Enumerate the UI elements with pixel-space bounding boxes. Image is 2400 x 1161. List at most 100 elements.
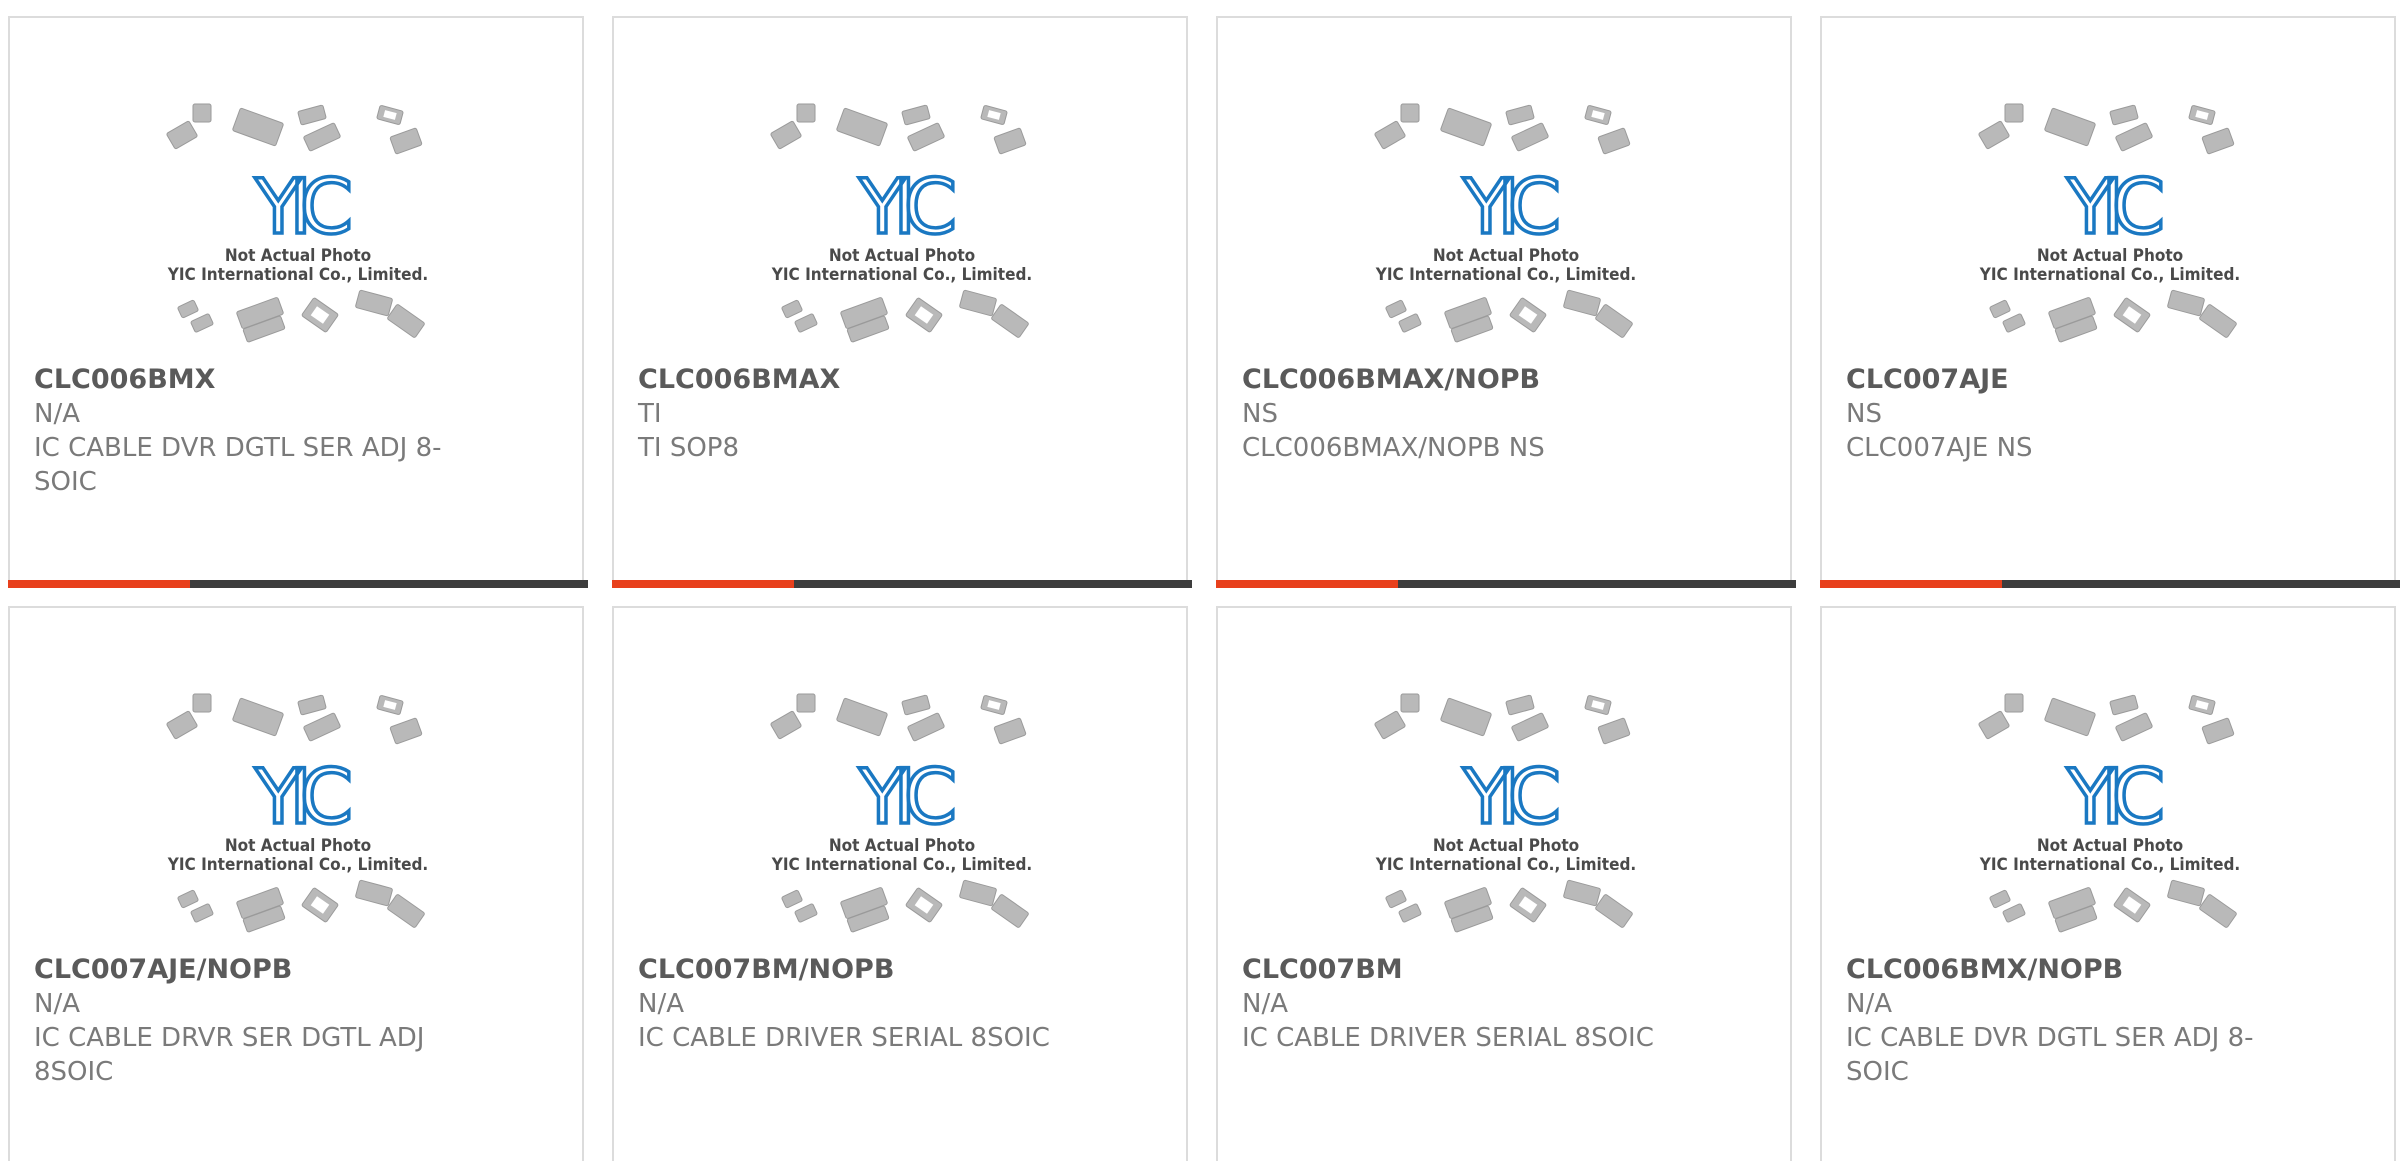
part-number[interactable]: CLC006BMX: [34, 363, 454, 397]
chip-shape: [2201, 717, 2235, 745]
part-number[interactable]: CLC007BM/NOPB: [638, 953, 1058, 987]
placeholder-image: YICNot Actual PhotoYIC International Co.…: [1978, 693, 2240, 933]
chip-shape: [2109, 694, 2139, 716]
product-info: CLC006BMAX TI TI SOP8: [638, 363, 1058, 465]
chip-shape: [2044, 107, 2096, 147]
manufacturer: N/A: [1242, 989, 1288, 1019]
chip-shape: [1978, 120, 2010, 150]
chip-shape: [387, 304, 425, 338]
chip-shape: [2113, 887, 2151, 923]
chip-shape: [1440, 107, 1492, 147]
product-card[interactable]: YIC Not Actual Photo YIC International Co.…: [1216, 16, 1796, 588]
chip-shape: [907, 712, 945, 742]
part-number[interactable]: CLC007AJE: [1846, 363, 2266, 397]
chip-shape: [781, 889, 803, 909]
chip-shape: [355, 289, 393, 317]
description: IC CABLE DVR DGTL SER ADJ 8-SOIC: [34, 433, 442, 497]
chip-shape: [980, 105, 1008, 125]
part-number[interactable]: CLC006BMX/NOPB: [1846, 953, 2266, 987]
card-accent-bar: [1216, 580, 1398, 588]
part-number[interactable]: CLC007BM: [1242, 953, 1662, 987]
placeholder-caption: Not Actual Photo: [225, 836, 371, 856]
chip-shape: [1978, 710, 2010, 740]
product-card[interactable]: YIC Not Actual Photo YIC International Co.…: [1820, 606, 2396, 1161]
product-image[interactable]: YIC Not Actual Photo YIC International Co.…: [160, 103, 436, 353]
product-grid: YIC Not Actual Photo YIC International Co.…: [0, 0, 2400, 1161]
chip-shape: [2199, 894, 2237, 928]
chip-shape: [907, 122, 945, 152]
chip-shape: [1385, 889, 1407, 909]
placeholder-caption: YIC International Co., Limited.: [1375, 265, 1636, 285]
part-number[interactable]: CLC007AJE/NOPB: [34, 953, 454, 987]
chip-shape: [1989, 889, 2011, 909]
placeholder-caption: Not Actual Photo: [2037, 246, 2183, 266]
chip-shape: [2167, 289, 2205, 317]
chip-shape: [2115, 712, 2153, 742]
chip-shape: [2002, 903, 2026, 923]
chip-shape: [376, 695, 404, 715]
card-bottom-bar: [1820, 580, 2400, 588]
chip-shape: [1584, 105, 1612, 125]
manufacturer: N/A: [1846, 989, 1892, 1019]
product-image[interactable]: YIC Not Actual Photo YIC International Co.…: [1972, 693, 2248, 943]
part-number[interactable]: CLC006BMAX/NOPB: [1242, 363, 1662, 397]
product-card[interactable]: YIC Not Actual Photo YIC International Co.…: [1216, 606, 1792, 1161]
manufacturer: NS: [1242, 399, 1278, 429]
product-card[interactable]: YIC Not Actual Photo YIC International Co.…: [1820, 16, 2400, 588]
placeholder-caption: YIC International Co., Limited.: [1375, 855, 1636, 875]
chip-shape: [166, 120, 198, 150]
product-image[interactable]: YIC Not Actual Photo YIC International Co.…: [1972, 103, 2248, 353]
chip-shape: [794, 313, 818, 333]
product-card[interactable]: YIC Not Actual Photo YIC International Co.…: [612, 16, 1192, 588]
chip-shape: [303, 712, 341, 742]
card-accent-bar: [1820, 580, 2002, 588]
product-image[interactable]: YIC Not Actual Photo YIC International Co.…: [1368, 103, 1644, 353]
product-image[interactable]: YIC Not Actual Photo YIC International Co.…: [764, 103, 1040, 353]
chip-shape: [301, 297, 339, 333]
chip-shape: [1505, 694, 1535, 716]
card-accent-bar: [612, 580, 794, 588]
description: IC CABLE DRVR SER DGTL ADJ 8SOIC: [34, 1023, 425, 1087]
chip-shape: [901, 104, 931, 126]
placeholder-image: YICNot Actual PhotoYIC International Co.…: [166, 693, 428, 933]
product-card[interactable]: YIC Not Actual Photo YIC International Co.…: [612, 606, 1188, 1161]
chip-shape: [2115, 122, 2153, 152]
product-info: CLC006BMAX/NOPB NS CLC006BMAX/NOPB NS: [1242, 363, 1662, 465]
chip-shape: [1398, 313, 1422, 333]
placeholder-caption: Not Actual Photo: [2037, 836, 2183, 856]
card-accent-bar: [8, 580, 190, 588]
chip-shape: [192, 693, 212, 713]
manufacturer: N/A: [34, 399, 80, 429]
description: TI SOP8: [638, 433, 740, 463]
description: IC CABLE DRIVER SERIAL 8SOIC: [638, 1023, 1050, 1053]
manufacturer: TI: [638, 399, 662, 429]
product-image[interactable]: YIC Not Actual Photo YIC International Co.…: [764, 693, 1040, 943]
chip-shape: [1400, 693, 1420, 713]
chip-shape: [297, 104, 327, 126]
chip-shape: [991, 894, 1029, 928]
placeholder-caption: Not Actual Photo: [225, 246, 371, 266]
chip-shape: [166, 710, 198, 740]
manufacturer: N/A: [638, 989, 684, 1019]
product-image[interactable]: YIC Not Actual Photo YIC International Co.…: [160, 693, 436, 943]
chip-shape: [993, 717, 1027, 745]
chip-shape: [301, 887, 339, 923]
product-card[interactable]: YIC Not Actual Photo YIC International Co.…: [8, 16, 588, 588]
product-card[interactable]: YIC Not Actual Photo YIC International Co.…: [8, 606, 584, 1161]
product-image[interactable]: YIC Not Actual Photo YIC International Co.…: [1368, 693, 1644, 943]
manufacturer: NS: [1846, 399, 1882, 429]
placeholder-caption: YIC International Co., Limited.: [771, 855, 1032, 875]
part-number[interactable]: CLC006BMAX: [638, 363, 1058, 397]
placeholder-caption: YIC International Co., Limited.: [167, 265, 428, 285]
chip-shape: [190, 313, 214, 333]
placeholder-image: YICNot Actual PhotoYIC International Co.…: [1978, 103, 2240, 343]
yic-logo: YIC: [254, 162, 349, 251]
product-info: CLC006BMX/NOPB N/A IC CABLE DVR DGTL SER…: [1846, 953, 2266, 1089]
chip-shape: [2004, 693, 2024, 713]
chip-shape: [1511, 712, 1549, 742]
chip-shape: [2044, 697, 2096, 737]
description: IC CABLE DRIVER SERIAL 8SOIC: [1242, 1023, 1654, 1053]
chip-shape: [1595, 894, 1633, 928]
placeholder-caption: YIC International Co., Limited.: [771, 265, 1032, 285]
chip-shape: [1597, 717, 1631, 745]
